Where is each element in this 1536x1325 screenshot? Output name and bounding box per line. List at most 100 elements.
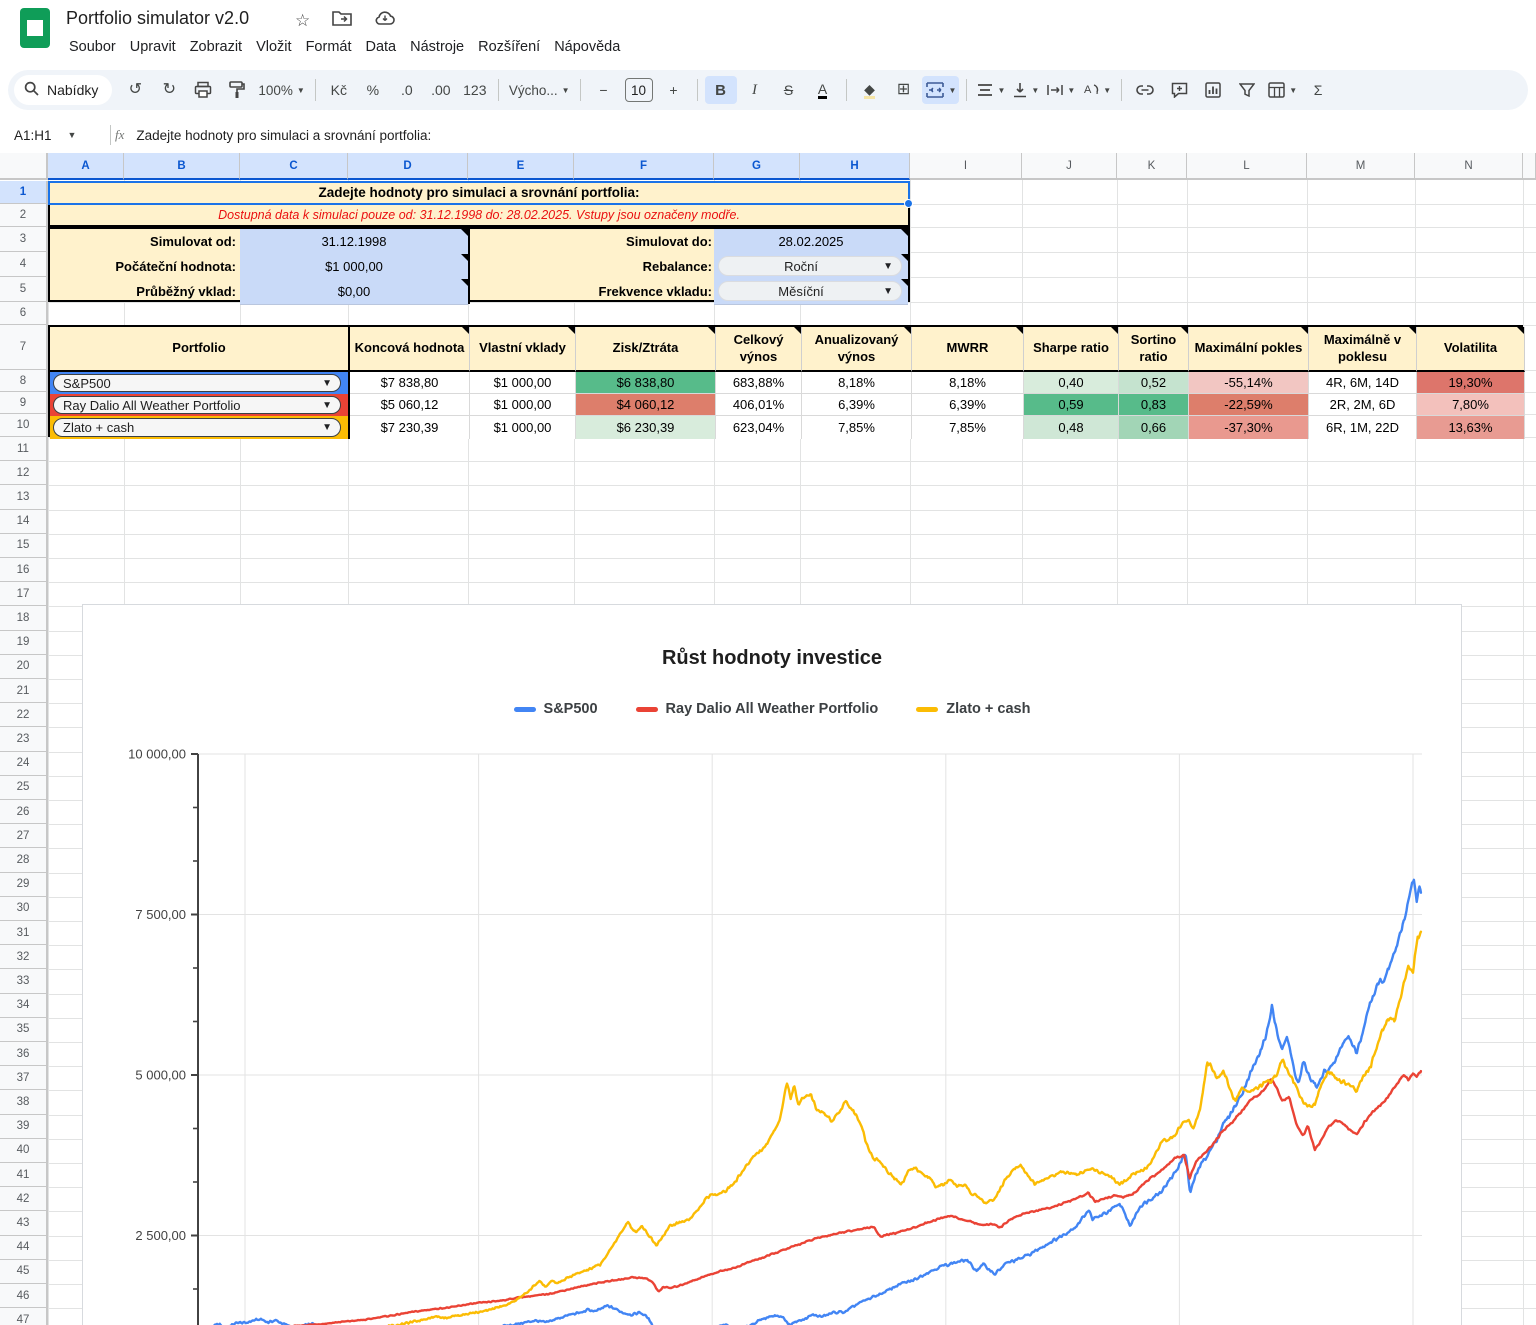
column-header-K[interactable]: K bbox=[1117, 153, 1187, 180]
input-value-průběžný-vklad-[interactable]: $0,00 bbox=[240, 279, 468, 305]
row-header-19[interactable]: 19 bbox=[0, 631, 48, 655]
row-header-22[interactable]: 22 bbox=[0, 703, 48, 727]
menu-upravit[interactable]: Upravit bbox=[123, 36, 183, 58]
menus-search[interactable]: Nabídky bbox=[14, 75, 112, 105]
more-formats[interactable]: 123 bbox=[459, 76, 491, 104]
zoom-select[interactable]: 100%▼ bbox=[255, 76, 307, 104]
row-header-40[interactable]: 40 bbox=[0, 1139, 48, 1163]
vertical-align-icon[interactable]: ▼ bbox=[1010, 76, 1042, 104]
row-header-47[interactable]: 47 bbox=[0, 1308, 48, 1325]
table-cell[interactable]: $1 000,00 bbox=[470, 394, 576, 416]
row-header-28[interactable]: 28 bbox=[0, 848, 48, 872]
borders-icon[interactable]: ⊞ bbox=[888, 76, 920, 104]
table-cell[interactable]: 6,39% bbox=[912, 394, 1024, 416]
name-box[interactable]: A1:H1 ▼ bbox=[0, 128, 110, 143]
increase-font-size[interactable]: + bbox=[658, 76, 690, 104]
row-header-1[interactable]: 1 bbox=[0, 181, 48, 204]
dropdown-rebalance-[interactable]: Roční▼ bbox=[718, 256, 902, 276]
row-header-10[interactable]: 10 bbox=[0, 414, 48, 437]
row-header-17[interactable]: 17 bbox=[0, 582, 48, 606]
row-header-24[interactable]: 24 bbox=[0, 752, 48, 776]
create-filter-icon[interactable] bbox=[1231, 76, 1263, 104]
decrease-font-size[interactable]: − bbox=[588, 76, 620, 104]
column-header-E[interactable]: E bbox=[468, 153, 574, 180]
row-header-5[interactable]: 5 bbox=[0, 277, 48, 302]
table-cell[interactable]: -37,30% bbox=[1189, 416, 1309, 439]
column-header-A[interactable]: A bbox=[48, 153, 124, 180]
table-cell[interactable]: 0,52 bbox=[1119, 372, 1189, 394]
table-cell[interactable]: $1 000,00 bbox=[470, 416, 576, 439]
table-cell[interactable]: 2R, 2M, 6D bbox=[1309, 394, 1417, 416]
row-header-45[interactable]: 45 bbox=[0, 1260, 48, 1284]
text-wrap-icon[interactable]: ▼ bbox=[1044, 76, 1078, 104]
column-header-F[interactable]: F bbox=[574, 153, 714, 180]
column-header-D[interactable]: D bbox=[348, 153, 468, 180]
table-cell[interactable]: 623,04% bbox=[716, 416, 802, 439]
sheets-logo-icon[interactable] bbox=[20, 8, 50, 48]
row-header-43[interactable]: 43 bbox=[0, 1211, 48, 1235]
input-value-simulovat-do-[interactable]: 28.02.2025 bbox=[714, 229, 908, 255]
table-cell[interactable]: 7,85% bbox=[912, 416, 1024, 439]
row-header-44[interactable]: 44 bbox=[0, 1236, 48, 1260]
decrease-decimals[interactable]: .0 bbox=[391, 76, 423, 104]
row-header-4[interactable]: 4 bbox=[0, 252, 48, 277]
menu-zobrazit[interactable]: Zobrazit bbox=[183, 36, 249, 58]
input-value-počáteční-hodnota-[interactable]: $1 000,00 bbox=[240, 254, 468, 280]
table-cell[interactable]: 8,18% bbox=[802, 372, 912, 394]
table-cell[interactable]: 7,85% bbox=[802, 416, 912, 439]
horizontal-align-icon[interactable]: ▼ bbox=[974, 76, 1008, 104]
row-header-37[interactable]: 37 bbox=[0, 1066, 48, 1090]
strikethrough[interactable]: S bbox=[773, 76, 805, 104]
row-header-26[interactable]: 26 bbox=[0, 800, 48, 824]
table-cell[interactable]: 4R, 6M, 14D bbox=[1309, 372, 1417, 394]
portfolio-select-dropdown[interactable]: S&P500▼ bbox=[53, 374, 341, 392]
row-header-16[interactable]: 16 bbox=[0, 558, 48, 582]
portfolio-select-dropdown[interactable]: Ray Dalio All Weather Portfolio▼ bbox=[53, 396, 341, 414]
formula-input[interactable]: Zadejte hodnoty pro simulaci a srovnání … bbox=[136, 128, 431, 143]
redo-icon[interactable]: ↻ bbox=[153, 76, 185, 104]
input-value-rebalance-[interactable]: Roční▼ bbox=[714, 254, 908, 280]
table-cell[interactable]: 19,30% bbox=[1417, 372, 1525, 394]
move-folder-icon[interactable] bbox=[332, 10, 352, 31]
table-cell[interactable]: 7,80% bbox=[1417, 394, 1525, 416]
font-size-input[interactable]: 10 bbox=[622, 76, 656, 104]
row-header-2[interactable]: 2 bbox=[0, 204, 48, 227]
row-header-30[interactable]: 30 bbox=[0, 897, 48, 921]
chart[interactable]: Růst hodnoty investice S&P500Ray Dalio A… bbox=[82, 604, 1462, 1325]
menu-n-stroje[interactable]: Nástroje bbox=[403, 36, 471, 58]
table-cell[interactable]: 0,40 bbox=[1024, 372, 1119, 394]
table-cell[interactable]: $7 838,80 bbox=[350, 372, 470, 394]
menu-soubor[interactable]: Soubor bbox=[62, 36, 123, 58]
cloud-status-icon[interactable] bbox=[374, 10, 396, 31]
table-cell[interactable]: 6,39% bbox=[802, 394, 912, 416]
row-header-27[interactable]: 27 bbox=[0, 824, 48, 848]
row-header-23[interactable]: 23 bbox=[0, 727, 48, 751]
insert-comment-icon[interactable] bbox=[1163, 76, 1195, 104]
cell-banner[interactable]: Zadejte hodnoty pro simulaci a srovnání … bbox=[48, 181, 910, 204]
column-header-N[interactable]: N bbox=[1415, 153, 1523, 180]
row-header-18[interactable]: 18 bbox=[0, 606, 48, 630]
star-icon[interactable]: ☆ bbox=[295, 11, 310, 31]
table-cell[interactable]: 0,66 bbox=[1119, 416, 1189, 439]
table-views-icon[interactable]: ▼ bbox=[1265, 76, 1300, 104]
text-color[interactable]: A bbox=[807, 76, 839, 104]
table-cell[interactable]: 683,88% bbox=[716, 372, 802, 394]
increase-decimals[interactable]: .00 bbox=[425, 76, 457, 104]
italic[interactable]: I bbox=[739, 76, 771, 104]
bold[interactable]: B bbox=[705, 76, 737, 104]
input-value-simulovat-od-[interactable]: 31.12.1998 bbox=[240, 229, 468, 255]
undo-icon[interactable]: ↺ bbox=[119, 76, 151, 104]
row-header-6[interactable]: 6 bbox=[0, 302, 48, 325]
sheet-grid[interactable]: Zadejte hodnoty pro simulaci a srovnání … bbox=[0, 152, 1536, 1325]
column-header-L[interactable]: L bbox=[1187, 153, 1307, 180]
table-cell[interactable]: $1 000,00 bbox=[470, 372, 576, 394]
dropdown-frekvence-vkladu-[interactable]: Měsíční▼ bbox=[718, 281, 902, 301]
menu-data[interactable]: Data bbox=[358, 36, 403, 58]
row-header-35[interactable]: 35 bbox=[0, 1018, 48, 1042]
row-header-29[interactable]: 29 bbox=[0, 873, 48, 897]
row-header-41[interactable]: 41 bbox=[0, 1163, 48, 1187]
row-header-8[interactable]: 8 bbox=[0, 370, 48, 392]
menu-vlo-it[interactable]: Vložit bbox=[249, 36, 298, 58]
merge-cells-icon[interactable]: ▼ bbox=[922, 76, 960, 104]
row-header-12[interactable]: 12 bbox=[0, 461, 48, 485]
